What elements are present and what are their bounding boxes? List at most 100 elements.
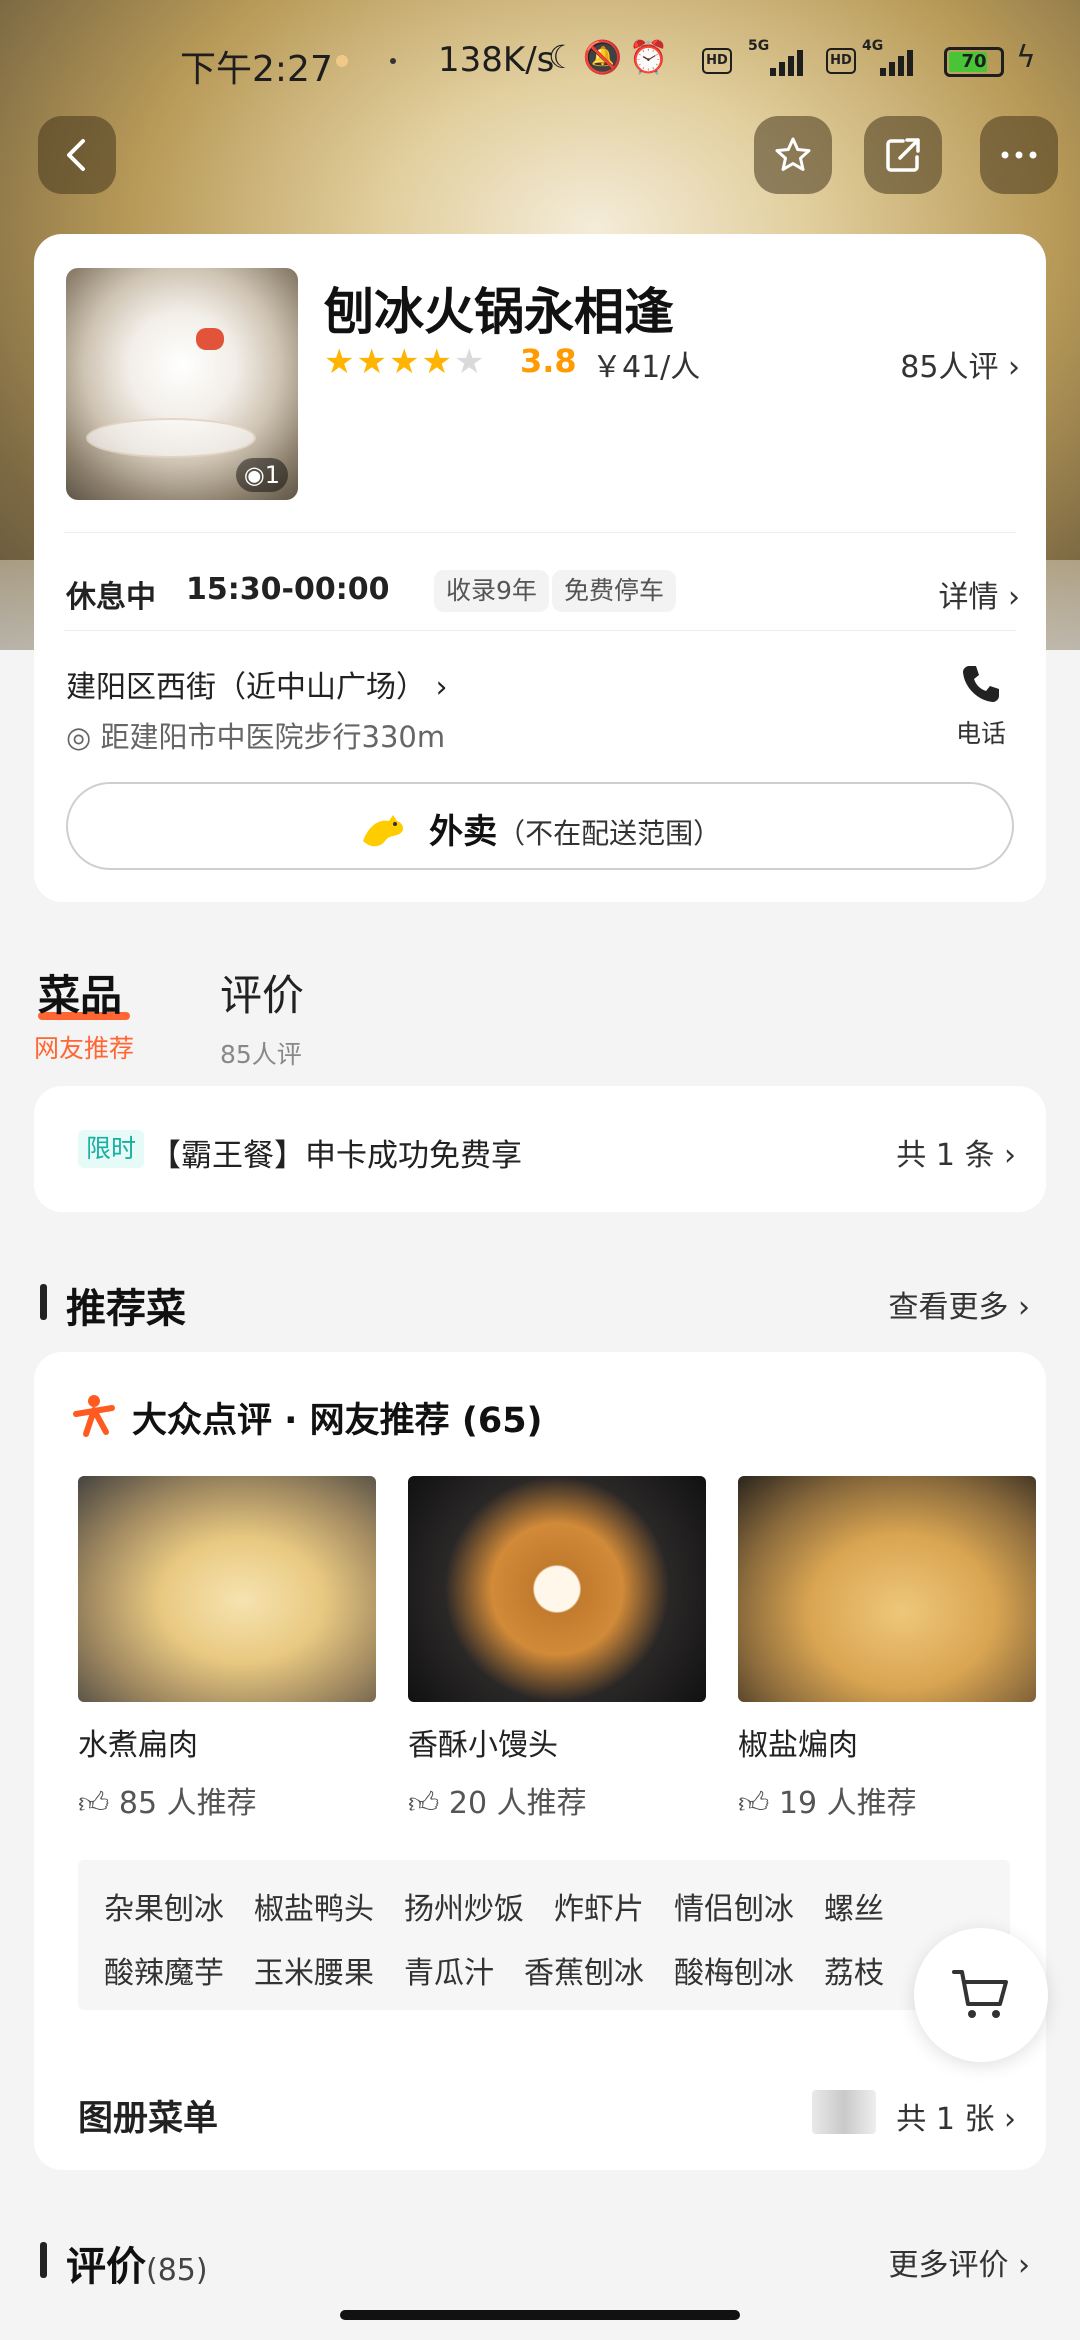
dish-tag[interactable]: 炸虾片 xyxy=(554,1892,644,1927)
home-indicator[interactable] xyxy=(340,2310,740,2320)
recommended-header: 推荐菜 查看更多 › xyxy=(40,1272,1040,1332)
camera-icon: ◉ xyxy=(243,461,265,489)
dish-item[interactable]: 香酥小馒头 👍︎ 20 人推荐 xyxy=(408,1476,706,1822)
hours-row: 休息中 15:30-00:00 收录9年 免费停车 详情 › xyxy=(66,564,1020,620)
tag-listed-years: 收录9年 xyxy=(434,570,549,612)
share-icon xyxy=(886,138,920,172)
cart-icon xyxy=(952,1970,1008,2018)
see-more-label: 查看更多 xyxy=(888,1290,1009,1325)
dish-tag[interactable]: 玉米腰果 xyxy=(254,1956,374,1991)
delivery-kangaroo-icon xyxy=(362,815,403,847)
thumbs-up-icon: 👍︎ xyxy=(738,1786,770,1821)
thumbs-up-icon: 👍︎ xyxy=(408,1786,440,1821)
album-thumbnail xyxy=(812,2090,876,2134)
dish-tag-row: 杂果刨冰 椒盐鸭头 扬州炒饭 炸虾片 情侣刨冰 螺丝 xyxy=(104,1884,914,1928)
signal-5g-icon xyxy=(770,46,810,76)
promo-card[interactable]: 限时 【霸王餐】申卡成功免费享 共 1 条 › xyxy=(34,1086,1046,1212)
network-5g-label: 5G xyxy=(748,38,770,54)
topping xyxy=(196,328,224,350)
separator-dot xyxy=(390,58,396,64)
thumbs-up-icon: 👍︎ xyxy=(78,1786,110,1821)
shop-photo[interactable]: ◉1 xyxy=(66,268,298,500)
tab-reviews-label: 评价 xyxy=(220,971,305,1020)
shop-info-card: ◉1 刨冰火锅永相逢 ★★★★★ 3.8 ￥41/人 85人评 › 休息中 15… xyxy=(34,234,1046,902)
rating-stars: ★★★★★ xyxy=(324,342,486,382)
dish-tag[interactable]: 青瓜汁 xyxy=(404,1956,494,1991)
chevron-right-icon: › xyxy=(435,670,448,705)
back-arrow-icon xyxy=(67,139,85,171)
more-icon xyxy=(1001,151,1037,159)
tab-reviews-sub: 85人评 xyxy=(220,1040,302,1069)
charging-icon: ϟ xyxy=(1016,40,1036,75)
address-link[interactable]: 建阳区西街（近中山广场） › xyxy=(66,662,448,706)
hd-icon-2: HD xyxy=(826,48,856,74)
dish-source-title: 大众点评 · 网友推荐 (65) xyxy=(132,1401,543,1441)
see-more-link[interactable]: 查看更多 › xyxy=(888,1282,1030,1326)
signal-4g-icon xyxy=(880,46,920,76)
distance-text: 距建阳市中医院步行330m xyxy=(100,720,446,754)
review-count-link[interactable]: 85人评 › xyxy=(900,342,1020,386)
reviews-header: 评价(85) 更多评价 › xyxy=(40,2230,1040,2290)
dish-image xyxy=(738,1476,1036,1702)
chevron-right-icon: › xyxy=(1008,580,1020,615)
dish-tag[interactable]: 香蕉刨冰 xyxy=(524,1956,644,1991)
chevron-right-icon: › xyxy=(1018,1290,1030,1325)
favorite-button[interactable] xyxy=(754,116,832,194)
dianping-logo-icon xyxy=(73,1395,115,1437)
more-reviews-link[interactable]: 更多评价 › xyxy=(888,2240,1030,2284)
dish-recommend-count: 85 人推荐 xyxy=(118,1786,257,1821)
more-options-button[interactable] xyxy=(980,116,1058,194)
address-text: 建阳区西街（近中山广场） xyxy=(66,670,426,705)
dish-item[interactable]: 椒盐煸肉 👍︎ 19 人推荐 xyxy=(738,1476,1036,1822)
dish-tag[interactable]: 情侣刨冰 xyxy=(674,1892,794,1927)
share-button[interactable] xyxy=(864,116,942,194)
chevron-right-icon: › xyxy=(1004,1138,1016,1173)
dish-tag[interactable]: 荔枝 xyxy=(824,1956,884,1991)
star-empty-icon: ★ xyxy=(453,342,487,382)
dish-tag[interactable]: 杂果刨冰 xyxy=(104,1892,224,1927)
dish-tag[interactable]: 酸梅刨冰 xyxy=(674,1956,794,1991)
takeout-inner: 外卖（不在配送范围） xyxy=(68,804,1012,853)
detail-label: 详情 xyxy=(938,580,999,615)
dish-tag-row: 酸辣魔芋 玉米腰果 青瓜汁 香蕉刨冰 酸梅刨冰 荔枝 xyxy=(104,1948,914,1992)
dish-tag[interactable]: 螺丝 xyxy=(824,1892,884,1927)
dish-recommend-count: 19 人推荐 xyxy=(778,1786,917,1821)
dish-item[interactable]: 水煮扁肉 👍︎ 85 人推荐 xyxy=(78,1476,376,1822)
takeout-button[interactable]: 外卖（不在配送范围） xyxy=(66,782,1014,870)
tab-reviews[interactable]: 评价 85人评 xyxy=(220,962,304,1071)
chevron-right-icon: › xyxy=(1008,350,1020,385)
dish-tag[interactable]: 椒盐鸭头 xyxy=(254,1892,374,1927)
phone-label: 电话 xyxy=(955,719,1006,748)
cart-button[interactable] xyxy=(914,1928,1048,2062)
dish-tag[interactable]: 酸辣魔芋 xyxy=(104,1956,224,1991)
detail-link[interactable]: 详情 › xyxy=(938,572,1020,616)
network-speed: 138K/s xyxy=(438,40,555,80)
phone-icon xyxy=(963,666,999,702)
dessert-bowl xyxy=(86,418,256,458)
moon-icon: ☾ xyxy=(548,38,583,76)
back-button[interactable] xyxy=(38,116,116,194)
section-bar xyxy=(40,2242,47,2278)
dish-name: 水煮扁肉 xyxy=(78,1728,198,1763)
dish-name: 椒盐煸肉 xyxy=(738,1728,858,1763)
album-menu-row[interactable]: 图册菜单 共 1 张 › xyxy=(78,2082,1016,2142)
star-filled-icon: ★ xyxy=(421,342,454,382)
recommended-title: 推荐菜 xyxy=(66,1286,186,1332)
tag-free-parking: 免费停车 xyxy=(552,570,677,612)
price-per-person: ￥41/人 xyxy=(592,350,701,385)
star-filled-icon: ★ xyxy=(388,342,422,382)
promo-text: 【霸王餐】申卡成功免费享 xyxy=(150,1138,522,1174)
review-count: 85人评 xyxy=(900,350,999,385)
promo-badge: 限时 xyxy=(78,1130,145,1168)
phone-button[interactable]: 电话 xyxy=(946,662,1016,748)
takeout-note: （不在配送范围） xyxy=(497,817,722,850)
business-status: 休息中 xyxy=(66,580,156,615)
dish-recommend-count: 20 人推荐 xyxy=(448,1786,587,1821)
photo-count: 1 xyxy=(264,461,280,489)
dish-tag[interactable]: 扬州炒饭 xyxy=(404,1892,524,1927)
photo-count-badge: ◉1 xyxy=(235,458,288,492)
tab-dishes[interactable]: 菜品 网友推荐 xyxy=(34,962,144,1065)
takeout-title: 外卖 xyxy=(429,812,498,852)
dish-image xyxy=(408,1476,706,1702)
dish-name: 香酥小馒头 xyxy=(408,1728,558,1763)
